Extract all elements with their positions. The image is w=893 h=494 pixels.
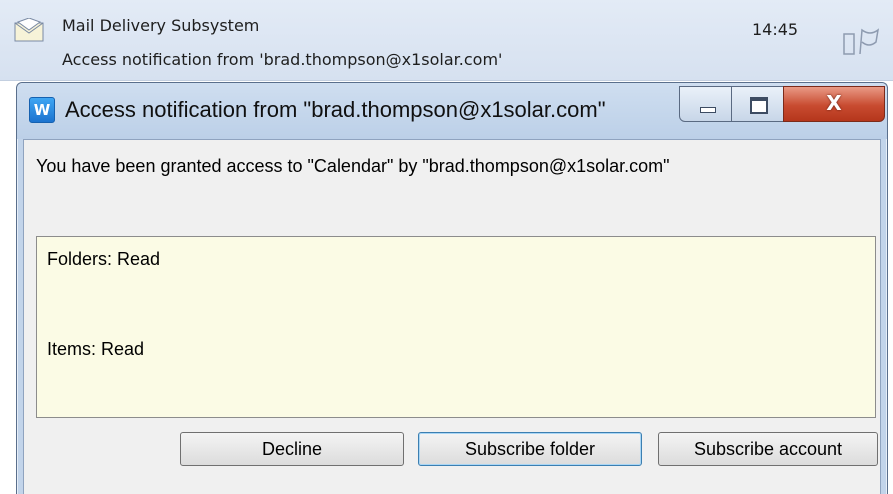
envelope-icon	[14, 18, 44, 42]
mail-sender: Mail Delivery Subsystem	[62, 16, 260, 35]
title-bar[interactable]: W Access notification from "brad.thompso…	[17, 83, 887, 139]
app-icon: W	[29, 97, 55, 123]
subscribe-folder-button[interactable]: Subscribe folder	[418, 432, 642, 466]
permissions-box: Folders: Read Items: Read	[36, 236, 876, 418]
dialog-body: You have been granted access to "Calenda…	[23, 139, 881, 494]
mail-list-item[interactable]: Mail Delivery Subsystem Access notificat…	[0, 0, 893, 81]
access-message: You have been granted access to "Calenda…	[36, 156, 670, 176]
minimize-icon	[700, 107, 716, 113]
folders-permission: Folders: Read	[47, 249, 161, 269]
flag-icon[interactable]	[842, 26, 886, 56]
window-title: Access notification from "brad.thompson@…	[65, 97, 606, 122]
mail-time: 14:45	[752, 20, 799, 39]
access-notification-dialog: W Access notification from "brad.thompso…	[16, 82, 888, 494]
items-permission: Items: Read	[47, 339, 145, 359]
maximize-icon	[750, 97, 768, 114]
mail-subject: Access notification from 'brad.thompson@…	[62, 50, 503, 69]
minimize-button[interactable]	[679, 86, 733, 122]
close-button[interactable]: X	[783, 86, 885, 122]
decline-button[interactable]: Decline	[180, 432, 404, 466]
maximize-button[interactable]	[731, 86, 785, 122]
subscribe-account-button[interactable]: Subscribe account	[658, 432, 878, 466]
close-icon: X	[826, 91, 842, 115]
window-controls: X	[679, 86, 885, 122]
screen: Mail Delivery Subsystem Access notificat…	[0, 0, 893, 494]
